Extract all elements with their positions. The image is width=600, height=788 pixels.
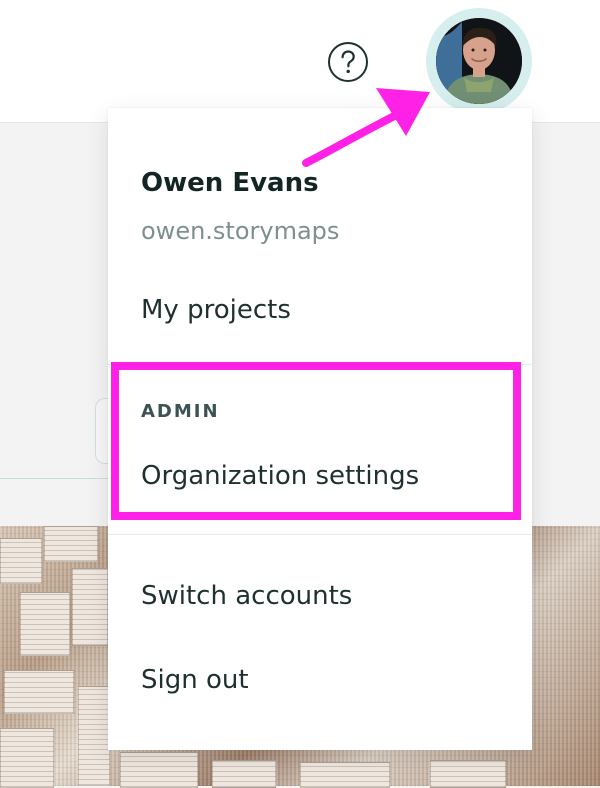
my-projects-menu-item[interactable]: My projects [141,295,291,325]
account-avatar-button[interactable] [426,8,532,114]
username: owen.storymaps [141,217,340,245]
admin-section-label: ADMIN [141,401,220,422]
sign-out-menu-item[interactable]: Sign out [141,665,249,695]
user-photo [436,18,522,104]
organization-settings-menu-item[interactable]: Organization settings [141,461,419,491]
account-dropdown-menu: Owen Evans owen.storymaps My projects AD… [108,108,532,750]
switch-accounts-menu-item[interactable]: Switch accounts [141,581,352,611]
question-circle-icon [328,42,368,82]
help-button[interactable] [326,40,370,84]
menu-divider [108,534,532,535]
top-navigation-bar [0,0,600,123]
avatar [436,18,522,104]
user-name: Owen Evans [141,168,319,198]
background-divider [0,478,110,479]
menu-divider [108,364,532,365]
